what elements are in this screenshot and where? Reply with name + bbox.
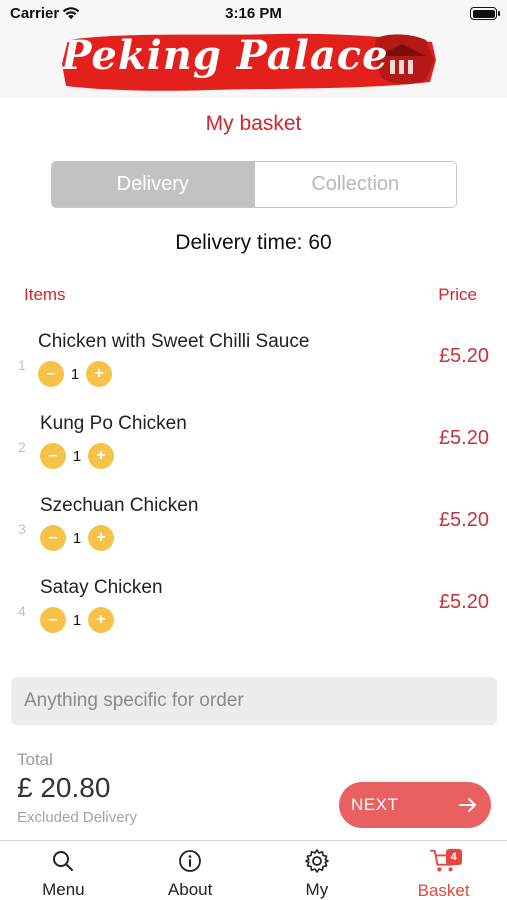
item-name: Kung Po Chicken	[40, 413, 187, 434]
increase-button[interactable]: +	[88, 443, 114, 469]
quantity-stepper: – 1 +	[40, 443, 114, 469]
total-value: £ 20.80	[17, 772, 111, 803]
basket-item: 1 Chicken with Sweet Chilli Sauce – 1 + …	[0, 331, 507, 411]
decrease-button[interactable]: –	[40, 525, 66, 551]
quantity-value: 1	[72, 447, 82, 465]
tab-about[interactable]: About	[127, 841, 254, 900]
item-price: £5.20	[438, 591, 489, 613]
basket-item: 3 Szechuan Chicken – 1 + £5.20	[0, 495, 507, 575]
cart-badge: 4	[445, 849, 462, 865]
gear-icon	[303, 847, 331, 874]
item-name: Chicken with Sweet Chilli Sauce	[38, 331, 310, 352]
tab-bar: Menu About My 4 Basket	[0, 840, 507, 900]
item-number: 3	[18, 521, 26, 537]
battery-icon	[470, 7, 500, 20]
item-price: £5.20	[438, 345, 489, 367]
tab-basket[interactable]: 4 Basket	[380, 841, 507, 900]
cart-icon: 4	[429, 847, 462, 875]
delivery-mode-segmented-control: Delivery Collection	[51, 161, 457, 208]
increase-button[interactable]: +	[86, 361, 112, 387]
item-price: £5.20	[438, 509, 489, 531]
quantity-value: 1	[70, 365, 80, 383]
quantity-value: 1	[72, 611, 82, 629]
tab-label: My	[305, 880, 329, 899]
basket-item: 2 Kung Po Chicken – 1 + £5.20	[0, 413, 507, 493]
increase-button[interactable]: +	[88, 607, 114, 633]
clock: 3:16 PM	[225, 5, 282, 22]
items-column-header: Items	[24, 285, 66, 304]
total-note: Excluded Delivery	[17, 809, 138, 826]
arrow-right-icon	[459, 798, 476, 812]
decrease-button[interactable]: –	[40, 443, 66, 469]
logo: Peking Palace	[60, 30, 440, 96]
next-button[interactable]: NEXT	[339, 782, 491, 828]
order-note-input[interactable]	[11, 677, 497, 725]
quantity-stepper: – 1 +	[40, 607, 114, 633]
quantity-value: 1	[72, 529, 82, 547]
price-column-header: Price	[438, 285, 477, 304]
increase-button[interactable]: +	[88, 525, 114, 551]
tab-label: Basket	[417, 881, 470, 900]
page-title: My basket	[205, 112, 302, 135]
decrease-button[interactable]: –	[38, 361, 64, 387]
status-bar: Carrier 3:16 PM	[0, 0, 507, 28]
item-number: 1	[18, 357, 26, 373]
tab-label: About	[167, 880, 213, 899]
quantity-stepper: – 1 +	[38, 361, 112, 387]
quantity-stepper: – 1 +	[40, 525, 114, 551]
delivery-segment[interactable]: Delivery	[52, 162, 254, 207]
collection-segment[interactable]: Collection	[253, 162, 456, 207]
item-price: £5.20	[438, 427, 489, 449]
logo-text: Peking Palace	[61, 32, 389, 79]
tab-label: Menu	[42, 880, 85, 899]
tab-menu[interactable]: Menu	[0, 841, 127, 900]
search-icon	[49, 847, 77, 874]
decrease-button[interactable]: –	[40, 607, 66, 633]
order-note-field	[11, 677, 497, 725]
delivery-time: Delivery time: 60	[175, 231, 332, 254]
item-number: 4	[18, 603, 26, 619]
item-name: Szechuan Chicken	[40, 495, 199, 516]
total-label: Total	[17, 750, 53, 769]
tab-my[interactable]: My	[254, 841, 381, 900]
basket-item: 4 Satay Chicken – 1 + £5.20	[0, 577, 507, 657]
header: Peking Palace	[0, 28, 507, 98]
item-number: 2	[18, 439, 26, 455]
item-name: Satay Chicken	[40, 577, 163, 598]
info-icon	[176, 847, 204, 874]
next-button-label: NEXT	[351, 795, 399, 814]
